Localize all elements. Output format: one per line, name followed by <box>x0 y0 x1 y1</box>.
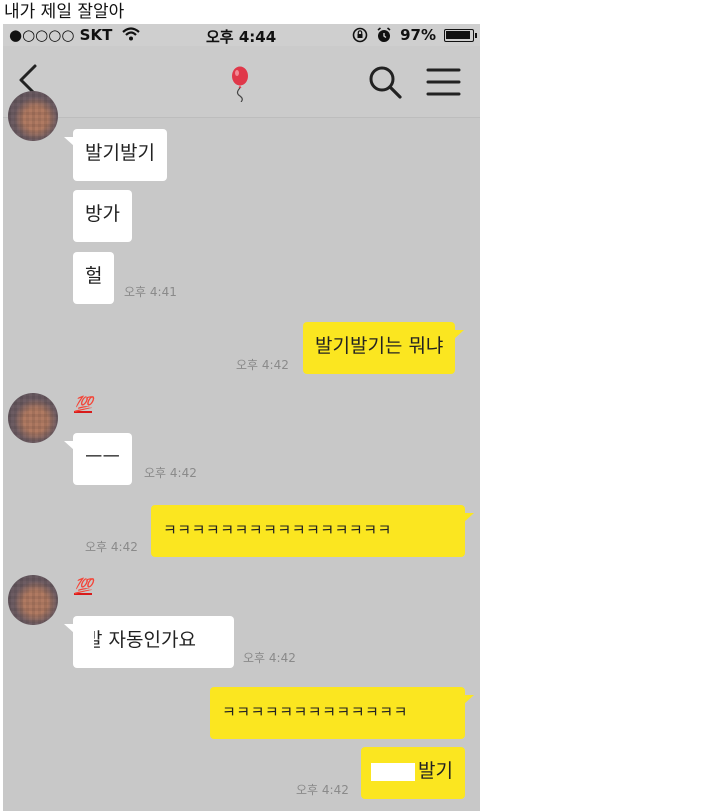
chat-header <box>3 46 480 118</box>
alarm-icon <box>377 27 391 42</box>
message-bubble[interactable]: 발기발기 <box>64 129 167 181</box>
message-text: 헐 <box>85 265 103 287</box>
avatar[interactable] <box>8 393 58 443</box>
sender-name: 💯 <box>74 395 93 413</box>
message-time: 오후 4:42 <box>144 466 197 480</box>
message-text: 발기발기는 뭐냐 <box>315 335 444 357</box>
chat-area[interactable]: 발기발기 방가 헐 오후 4:41 발기발기는 뭐냐 오후 4:42 💯 ㅡㅡ … <box>3 91 480 811</box>
message-bubble[interactable]: 방가 <box>73 190 132 242</box>
message-bubble[interactable]: 발기발기는 뭐냐 <box>303 322 465 374</box>
message-time: 오후 4:41 <box>124 285 177 299</box>
wifi-icon <box>121 27 140 41</box>
message-text: ㅋㅋㅋㅋㅋㅋㅋㅋㅋㅋㅋㅋㅋㅋㅋㅋ <box>163 521 392 539</box>
message-text: 발 자동인가요 <box>85 629 196 651</box>
balloon-icon <box>232 66 248 102</box>
message-time: 오후 4:42 <box>236 358 289 372</box>
sender-emoji: 💯 <box>74 395 93 413</box>
carrier-label: ●○○○○ SKT <box>9 26 140 44</box>
post-title: 내가 제일 잘알아 <box>4 2 125 22</box>
message-time: 오후 4:42 <box>296 783 349 797</box>
avatar[interactable] <box>8 575 58 625</box>
status-time: 오후 4:44 <box>206 28 277 46</box>
avatar[interactable] <box>8 91 58 141</box>
message-text: 방가 <box>85 203 120 225</box>
censor-block <box>77 620 94 664</box>
battery-icon <box>444 28 477 42</box>
message-bubble[interactable]: ㅋㅋㅋㅋㅋㅋㅋㅋㅋㅋㅋㅋㅋ <box>210 687 474 739</box>
sender-emoji: 💯 <box>74 577 93 595</box>
censor-block <box>371 763 415 781</box>
message-text: ㅡㅡ <box>85 446 120 468</box>
carrier-text: ●○○○○ SKT <box>9 26 113 44</box>
phone-screen: ●○○○○ SKT 오후 4:44 97% 발기발기 방가 헐 오후 4:41 … <box>3 24 480 811</box>
message-time: 오후 4:42 <box>243 651 296 665</box>
status-bar: ●○○○○ SKT 오후 4:44 97% <box>3 24 480 46</box>
search-icon[interactable] <box>365 62 405 102</box>
message-bubble[interactable]: 헐 <box>73 252 115 304</box>
message-bubble[interactable]: ㅋㅋㅋㅋㅋㅋㅋㅋㅋㅋㅋㅋㅋㅋㅋㅋ <box>151 505 474 557</box>
message-bubble[interactable]: ㅡㅡ <box>64 433 132 485</box>
status-right: 97% <box>352 26 477 44</box>
message-text: 발기 <box>418 760 453 782</box>
message-text: ㅋㅋㅋㅋㅋㅋㅋㅋㅋㅋㅋㅋㅋ <box>222 703 408 721</box>
message-time: 오후 4:42 <box>85 540 138 554</box>
message-text: 발기발기 <box>85 142 155 164</box>
message-bubble[interactable]: 발 자동인가요 <box>64 616 234 668</box>
sender-name: 💯 <box>74 577 93 595</box>
battery-percent: 97% <box>400 26 436 44</box>
menu-icon[interactable] <box>423 62 463 102</box>
rotation-lock-icon <box>352 27 368 43</box>
